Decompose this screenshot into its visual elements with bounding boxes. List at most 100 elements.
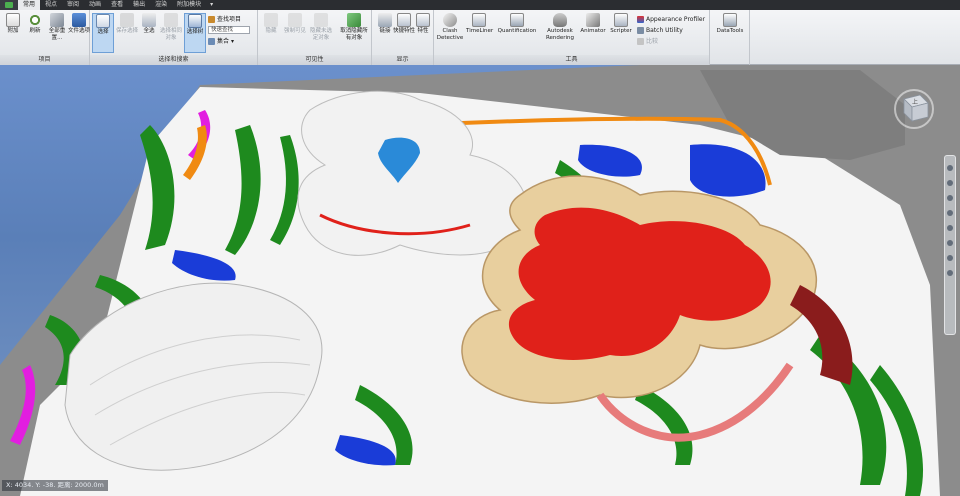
- sets-dropdown[interactable]: 集合 ▾: [208, 37, 234, 46]
- clash-detective-button[interactable]: Clash Detective: [436, 13, 464, 42]
- select-all-button[interactable]: 全选: [138, 13, 160, 35]
- select-all-label: 全选: [143, 28, 155, 34]
- hide-icon: [264, 13, 278, 27]
- select-same-label: 选择相同对象: [160, 28, 183, 41]
- select-same-button[interactable]: 选择相同对象: [160, 13, 182, 42]
- compare-button[interactable]: 比较: [637, 37, 658, 46]
- timeliner-icon: [472, 13, 486, 27]
- save-selection-button[interactable]: 保存选择: [116, 13, 138, 35]
- properties-label: 特性: [417, 28, 429, 34]
- select-all-icon: [142, 13, 156, 27]
- hide-unselected-button[interactable]: 隐藏未选定对象: [310, 13, 332, 42]
- selection-tree-button[interactable]: 选择树: [184, 13, 206, 53]
- animator-button[interactable]: Animator: [580, 13, 606, 35]
- hide-button[interactable]: 隐藏: [260, 13, 282, 35]
- quantification-icon: [510, 13, 524, 27]
- cursor-icon: [96, 14, 110, 28]
- viewcube-face-label: 上: [912, 98, 918, 106]
- require-icon: [288, 13, 302, 27]
- animator-icon: [586, 13, 600, 27]
- group-tools: Clash Detective TimeLiner Quantification…: [434, 10, 710, 65]
- viewcube[interactable]: 上: [892, 85, 936, 129]
- refresh-icon: [28, 13, 42, 27]
- selection-tree-label: 选择树: [186, 29, 204, 35]
- links-icon: [378, 13, 392, 27]
- group-visibility: 隐藏 强制可见 隐藏未选定对象 取消隐藏所有对象 可见性: [258, 10, 372, 65]
- tab-animation[interactable]: 动画: [84, 0, 106, 10]
- find-items-label: 查找项目: [217, 16, 242, 23]
- group-display: 链接 快捷特性 特性 显示: [372, 10, 434, 65]
- file-options-label: 文件选项: [68, 28, 91, 34]
- find-items-button[interactable]: 查找项目: [208, 15, 241, 24]
- tab-review[interactable]: 审阅: [62, 0, 84, 10]
- hide-unselected-icon: [314, 13, 328, 27]
- tab-addins[interactable]: 附加模块: [172, 0, 206, 10]
- timeliner-button[interactable]: TimeLiner: [466, 13, 494, 35]
- reset-all-label: 全部重置...: [48, 28, 66, 41]
- quantification-button[interactable]: Quantification: [496, 13, 538, 35]
- save-selection-icon: [120, 13, 134, 27]
- ribbon-panel: 附加 刷新 全部重置... 文件选项 项目 选择 保存选择 全选 选择相同对象 …: [0, 10, 960, 65]
- scripter-icon: [614, 13, 628, 27]
- datatools-label: DataTools: [716, 28, 744, 34]
- append-label: 附加: [7, 28, 19, 34]
- sets-icon: [208, 38, 215, 45]
- properties-button[interactable]: 特性: [412, 13, 434, 35]
- require-button[interactable]: 强制可见: [284, 13, 306, 35]
- properties-icon: [416, 13, 430, 27]
- look-icon[interactable]: [947, 225, 953, 231]
- app-logo-icon: [5, 2, 13, 8]
- tab-render[interactable]: 渲染: [150, 0, 172, 10]
- tab-view[interactable]: 查看: [106, 0, 128, 10]
- quick-properties-icon: [397, 13, 411, 27]
- fly-icon[interactable]: [947, 255, 953, 261]
- datatools-button[interactable]: DataTools: [714, 13, 746, 35]
- scripter-button[interactable]: Scripter: [608, 13, 634, 35]
- appearance-profiler-button[interactable]: Appearance Profiler: [637, 15, 705, 24]
- group-tools-label: 工具: [434, 55, 709, 65]
- links-label: 链接: [379, 28, 391, 34]
- clash-detective-label: Clash Detective: [436, 28, 464, 41]
- animator-label: Animator: [580, 28, 606, 34]
- autodesk-rendering-button[interactable]: Autodesk Rendering: [542, 13, 578, 42]
- timeliner-label: TimeLiner: [466, 28, 494, 34]
- coordinate-readout: X: 4034. Y: -38. 距离: 2000.0m: [2, 480, 108, 491]
- tab-viewpoint[interactable]: 视点: [40, 0, 62, 10]
- unhide-all-icon: [347, 13, 361, 27]
- tab-output[interactable]: 输出: [128, 0, 150, 10]
- application-menu-button[interactable]: [0, 0, 18, 10]
- unhide-all-button[interactable]: 取消隐藏所有对象: [340, 13, 368, 42]
- navbar-menu-icon[interactable]: [947, 270, 953, 276]
- select-same-icon: [164, 13, 178, 27]
- zoom-icon[interactable]: [947, 195, 953, 201]
- file-options-button[interactable]: 文件选项: [68, 13, 90, 35]
- walk-icon[interactable]: [947, 240, 953, 246]
- group-display-label: 显示: [372, 55, 433, 65]
- steering-wheel-icon[interactable]: [947, 165, 953, 171]
- reset-all-button[interactable]: 全部重置...: [46, 13, 68, 42]
- save-selection-label: 保存选择: [116, 28, 139, 34]
- reset-all-icon: [50, 13, 64, 27]
- refresh-button[interactable]: 刷新: [24, 13, 46, 35]
- orbit-icon[interactable]: [947, 210, 953, 216]
- batch-utility-icon: [637, 27, 644, 34]
- sets-label: 集合: [217, 38, 230, 45]
- selection-tree-icon: [188, 14, 202, 28]
- tab-home[interactable]: 常用: [18, 0, 41, 10]
- batch-utility-label: Batch Utility: [646, 27, 683, 34]
- pan-icon[interactable]: [947, 180, 953, 186]
- refresh-label: 刷新: [29, 28, 41, 34]
- 3d-viewport[interactable]: 上 X: 4034. Y: -38. 距离: 2000.0m: [0, 65, 960, 496]
- model-scene: [0, 65, 960, 496]
- ribbon-options-dropdown[interactable]: ▾: [206, 0, 217, 10]
- group-visibility-label: 可见性: [258, 55, 371, 65]
- autodesk-rendering-label: Autodesk Rendering: [545, 28, 575, 41]
- navigation-bar: [944, 155, 956, 335]
- append-button[interactable]: 附加: [2, 13, 24, 35]
- appearance-profiler-label: Appearance Profiler: [646, 16, 706, 23]
- batch-utility-button[interactable]: Batch Utility: [637, 26, 683, 35]
- datatools-icon: [723, 13, 737, 27]
- append-icon: [6, 13, 20, 27]
- quick-find-input[interactable]: 快速查找: [208, 26, 250, 34]
- select-button[interactable]: 选择: [92, 13, 114, 53]
